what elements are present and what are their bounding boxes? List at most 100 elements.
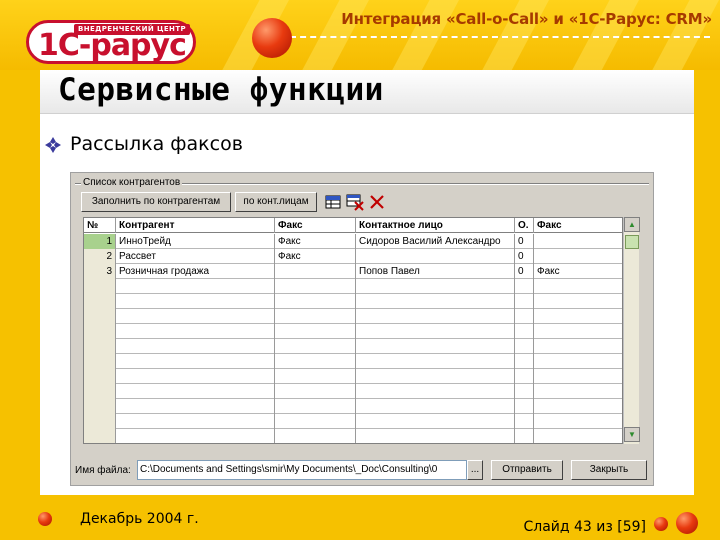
close-button[interactable]: Закрыть [571,460,647,480]
column-header[interactable]: Факс [275,218,356,233]
table-cell[interactable] [275,429,356,443]
table-cell[interactable] [515,429,534,443]
table-cell[interactable]: Факс [275,234,356,249]
table-cell[interactable] [515,354,534,369]
browse-button[interactable]: ... [467,460,483,480]
table-cell[interactable]: ИнноТрейд [116,234,275,249]
table-row[interactable] [84,279,622,294]
table-cell[interactable] [275,354,356,369]
table-cell[interactable] [116,279,275,294]
column-header[interactable]: Контактное лицо [356,218,515,233]
table-cell[interactable] [84,339,116,354]
table-cell[interactable] [116,429,275,443]
scroll-down-icon[interactable]: ▼ [624,427,640,442]
by-contacts-button[interactable]: по конт.лицам [235,192,317,212]
table-cell[interactable] [84,384,116,399]
table-cell[interactable] [356,279,515,294]
table-cell[interactable] [356,369,515,384]
file-name-input[interactable]: C:\Documents and Settings\smir\My Docume… [137,460,467,480]
table-cell[interactable] [534,324,622,339]
table-cell[interactable] [84,414,116,429]
table-cell[interactable]: Факс [534,264,622,279]
table-row[interactable] [84,309,622,324]
table-delete-icon[interactable] [345,192,365,212]
table-cell[interactable] [356,429,515,443]
table-cell[interactable] [84,354,116,369]
table-row[interactable]: 3 Розничная гродажа Попов Павел 0 Факс [84,264,622,279]
table-cell[interactable]: Рассвет [116,249,275,264]
delete-icon[interactable] [367,192,387,212]
scroll-up-icon[interactable]: ▲ [624,217,640,232]
table-icon[interactable] [323,192,343,212]
table-cell[interactable] [534,234,622,249]
table-cell[interactable] [84,294,116,309]
table-cell[interactable] [356,309,515,324]
table-cell[interactable] [515,279,534,294]
table-cell[interactable] [515,339,534,354]
table-cell[interactable] [515,294,534,309]
scroll-thumb[interactable] [625,235,639,249]
table-cell[interactable] [356,294,515,309]
table-cell[interactable] [275,339,356,354]
fill-by-contractors-button[interactable]: Заполнить по контрагентам [81,192,231,212]
table-cell[interactable] [116,384,275,399]
table-cell[interactable] [275,384,356,399]
contractors-table[interactable]: № Контрагент Факс Контактное лицо О. Фак… [83,217,623,444]
table-cell[interactable] [534,429,622,443]
table-cell[interactable] [534,249,622,264]
table-cell[interactable] [84,429,116,443]
table-cell[interactable] [534,399,622,414]
column-header[interactable]: Контрагент [116,218,275,233]
table-cell[interactable] [116,369,275,384]
table-cell[interactable] [275,309,356,324]
table-cell[interactable]: 1 [84,234,116,249]
table-row[interactable] [84,414,622,429]
table-cell[interactable] [116,294,275,309]
table-cell[interactable]: 2 [84,249,116,264]
table-cell[interactable]: Сидоров Василий Александро [356,234,515,249]
table-cell[interactable] [275,324,356,339]
table-row[interactable] [84,354,622,369]
send-button[interactable]: Отправить [491,460,563,480]
table-cell[interactable] [275,294,356,309]
table-cell[interactable]: Факс [275,249,356,264]
table-cell[interactable]: 0 [515,234,534,249]
table-cell[interactable] [534,414,622,429]
table-cell[interactable] [275,369,356,384]
column-header[interactable]: № [84,218,116,233]
table-scrollbar[interactable]: ▲ ▼ [623,217,640,444]
table-cell[interactable] [116,414,275,429]
table-cell[interactable] [515,369,534,384]
table-cell[interactable]: Попов Павел [356,264,515,279]
table-cell[interactable] [275,279,356,294]
table-cell[interactable] [356,249,515,264]
table-cell[interactable] [356,384,515,399]
table-cell[interactable] [116,399,275,414]
table-cell[interactable] [275,264,356,279]
table-cell[interactable] [534,354,622,369]
table-cell[interactable] [534,339,622,354]
table-cell[interactable] [515,399,534,414]
table-row[interactable] [84,384,622,399]
table-cell[interactable] [116,354,275,369]
table-cell[interactable] [515,324,534,339]
table-cell[interactable] [356,414,515,429]
table-cell[interactable] [356,354,515,369]
table-row[interactable] [84,369,622,384]
table-cell[interactable] [116,324,275,339]
table-cell[interactable] [116,339,275,354]
table-cell[interactable]: 0 [515,249,534,264]
table-cell[interactable] [84,369,116,384]
table-row[interactable]: 1 ИнноТрейд Факс Сидоров Василий Александро… [84,234,622,249]
table-cell[interactable] [356,399,515,414]
table-cell[interactable] [534,384,622,399]
table-cell[interactable]: 3 [84,264,116,279]
column-header[interactable]: Факс [534,218,622,233]
column-header[interactable]: О. [515,218,534,233]
table-row[interactable] [84,429,622,443]
table-cell[interactable]: 0 [515,264,534,279]
table-cell[interactable] [275,414,356,429]
table-row[interactable] [84,339,622,354]
table-cell[interactable] [534,369,622,384]
table-cell[interactable] [515,384,534,399]
